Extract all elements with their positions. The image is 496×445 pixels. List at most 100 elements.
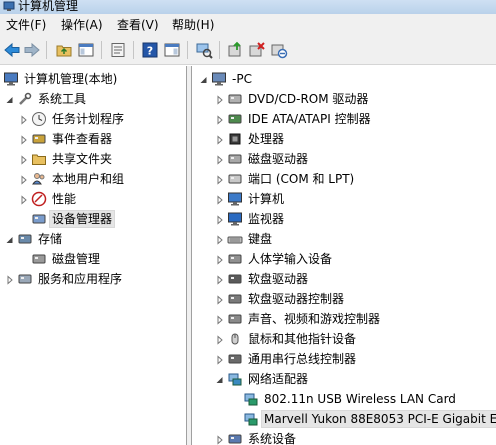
collapsed-arrow-icon[interactable] — [216, 174, 224, 185]
action-pane-icon[interactable] — [163, 41, 181, 59]
back-arrow-icon[interactable] — [3, 41, 21, 59]
device-tree-item[interactable]: IDE ATA/ATAPI 控制器 — [216, 110, 496, 128]
collapsed-arrow-icon[interactable] — [216, 274, 224, 285]
device-tree-item[interactable]: 计算机 — [216, 190, 496, 208]
keyboard-icon — [227, 231, 243, 247]
tree-item-label: 计算机 — [248, 192, 285, 206]
collapsed-arrow-icon[interactable] — [216, 134, 224, 145]
collapsed-arrow-icon[interactable] — [216, 154, 224, 165]
tree-item-label: 软盘驱动器 — [248, 272, 309, 286]
collapsed-arrow-icon[interactable] — [216, 114, 224, 125]
nav-tree-item[interactable]: 服务和应用程序 — [6, 270, 186, 288]
nav-tree-item[interactable]: 本地用户和组 — [20, 170, 186, 188]
device-tree-pane[interactable]: -PC DVD/CD-ROM 驱动器 IDE ATA/ATAPI 控制器处理器磁盘驱… — [191, 66, 496, 445]
device-tree-item[interactable]: 人体学输入设备 — [216, 250, 496, 268]
device-tree-item[interactable]: 声音、视频和游戏控制器 — [216, 310, 496, 328]
tree-item-label: 声音、视频和游戏控制器 — [248, 312, 381, 326]
device-tree-item[interactable]: 端口 (COM 和 LPT) — [216, 170, 496, 188]
nav-tree-item[interactable]: 磁盘管理 — [20, 250, 186, 268]
collapsed-arrow-icon[interactable] — [6, 274, 14, 285]
svg-text:?: ? — [147, 45, 153, 58]
usb-icon — [227, 351, 243, 367]
tree-item-label: DVD/CD-ROM 驱动器 — [248, 92, 369, 106]
toolbar-separator — [46, 41, 47, 59]
menu-view[interactable]: 查看(V) — [117, 18, 159, 32]
expanded-arrow-icon[interactable] — [6, 234, 14, 244]
window-title: 计算机管理 — [18, 0, 79, 13]
device-tree-item[interactable]: 系统设备 — [216, 430, 496, 445]
nav-tree-item[interactable]: 事件查看器 — [20, 130, 186, 148]
menu-action[interactable]: 操作(A) — [61, 18, 103, 32]
device-tree-item[interactable]: 监视器 — [216, 210, 496, 228]
navigation-tree-pane[interactable]: 计算机管理(本地) 系统工具任务计划程序 事件查看器共享文件夹本地用户和组 性能设备管… — [0, 66, 187, 445]
collapsed-arrow-icon[interactable] — [20, 174, 28, 185]
menu-file[interactable]: 文件(F) — [6, 18, 46, 32]
tree-item-label: IDE ATA/ATAPI 控制器 — [248, 112, 371, 126]
collapsed-arrow-icon[interactable] — [20, 114, 28, 125]
nav-tree-item[interactable]: 共享文件夹 — [20, 150, 186, 168]
show-hide-tree-icon[interactable] — [77, 41, 95, 59]
device-tree-item[interactable]: 磁盘驱动器 — [216, 150, 496, 168]
tree-item-label: 网络适配器 — [248, 372, 309, 386]
expanded-arrow-icon[interactable] — [200, 74, 208, 84]
scan-hardware-icon[interactable] — [195, 41, 213, 59]
expanded-arrow-icon[interactable] — [6, 94, 14, 104]
tree-item-label: 存储 — [38, 232, 63, 246]
device-tree-item[interactable]: 软盘驱动器控制器 — [216, 290, 496, 308]
tree-item-label: 事件查看器 — [52, 132, 113, 146]
computer-management-icon — [3, 71, 19, 87]
collapsed-arrow-icon[interactable] — [216, 294, 224, 305]
device-tree-item[interactable]: 键盘 — [216, 230, 496, 248]
nav-tree-item[interactable]: 性能 — [20, 190, 186, 208]
collapsed-arrow-icon[interactable] — [216, 314, 224, 325]
nav-tree-item[interactable]: 系统工具 — [6, 90, 186, 108]
device-tree-item[interactable]: 鼠标和其他指针设备 — [216, 330, 496, 348]
nav-tree-item[interactable]: 存储 — [6, 230, 186, 248]
collapsed-arrow-icon[interactable] — [216, 434, 224, 445]
collapsed-arrow-icon[interactable] — [216, 214, 224, 225]
hid-icon — [227, 251, 243, 267]
expanded-arrow-icon[interactable] — [216, 374, 224, 384]
device-tree-item[interactable]: Marvell Yukon 88E8053 PCI-E Gigabit E — [232, 410, 496, 428]
tree-item-label: 共享文件夹 — [52, 152, 113, 166]
collapsed-arrow-icon[interactable] — [216, 194, 224, 205]
pc-icon — [211, 71, 227, 87]
floppy-drive-icon — [227, 271, 243, 287]
properties-icon[interactable] — [109, 41, 127, 59]
uninstall-device-icon[interactable] — [248, 41, 266, 59]
collapsed-arrow-icon[interactable] — [216, 94, 224, 105]
device-tree-item[interactable]: 802.11n USB Wireless LAN Card — [232, 390, 496, 408]
menu-help[interactable]: 帮助(H) — [172, 18, 214, 32]
tools-icon — [17, 91, 33, 107]
computer-management-icon — [3, 1, 15, 12]
ide-controller-icon — [227, 111, 243, 127]
tree-item-label: 任务计划程序 — [52, 112, 125, 126]
nav-tree-item[interactable]: 任务计划程序 — [20, 110, 186, 128]
device-tree-item[interactable]: 通用串行总线控制器 — [216, 350, 496, 368]
disable-device-icon[interactable] — [270, 41, 288, 59]
help-icon[interactable]: ? — [141, 41, 159, 59]
collapsed-arrow-icon[interactable] — [20, 194, 28, 205]
device-tree-item[interactable]: 处理器 — [216, 130, 496, 148]
toolbar-separator — [187, 41, 188, 59]
collapsed-arrow-icon[interactable] — [216, 254, 224, 265]
collapsed-arrow-icon[interactable] — [216, 334, 224, 345]
clock-icon — [31, 111, 47, 127]
processor-icon — [227, 131, 243, 147]
device-tree-item[interactable]: 软盘驱动器 — [216, 270, 496, 288]
device-tree-item[interactable]: 网络适配器 — [216, 370, 496, 388]
collapsed-arrow-icon[interactable] — [20, 134, 28, 145]
collapsed-arrow-icon[interactable] — [216, 354, 224, 365]
performance-icon — [31, 191, 47, 207]
up-folder-icon[interactable] — [55, 41, 73, 59]
forward-arrow-icon[interactable] — [23, 41, 41, 59]
nav-tree-item[interactable]: 设备管理器 — [20, 210, 186, 228]
update-driver-icon[interactable] — [226, 41, 244, 59]
device-tree-item[interactable]: -PC — [200, 70, 496, 88]
collapsed-arrow-icon[interactable] — [20, 154, 28, 165]
tree-item-label: 系统设备 — [248, 432, 297, 445]
collapsed-arrow-icon[interactable] — [216, 234, 224, 245]
tree-item-label: 通用串行总线控制器 — [248, 352, 357, 366]
device-tree-item[interactable]: DVD/CD-ROM 驱动器 — [216, 90, 496, 108]
nav-tree-item[interactable]: 计算机管理(本地) — [0, 70, 186, 88]
